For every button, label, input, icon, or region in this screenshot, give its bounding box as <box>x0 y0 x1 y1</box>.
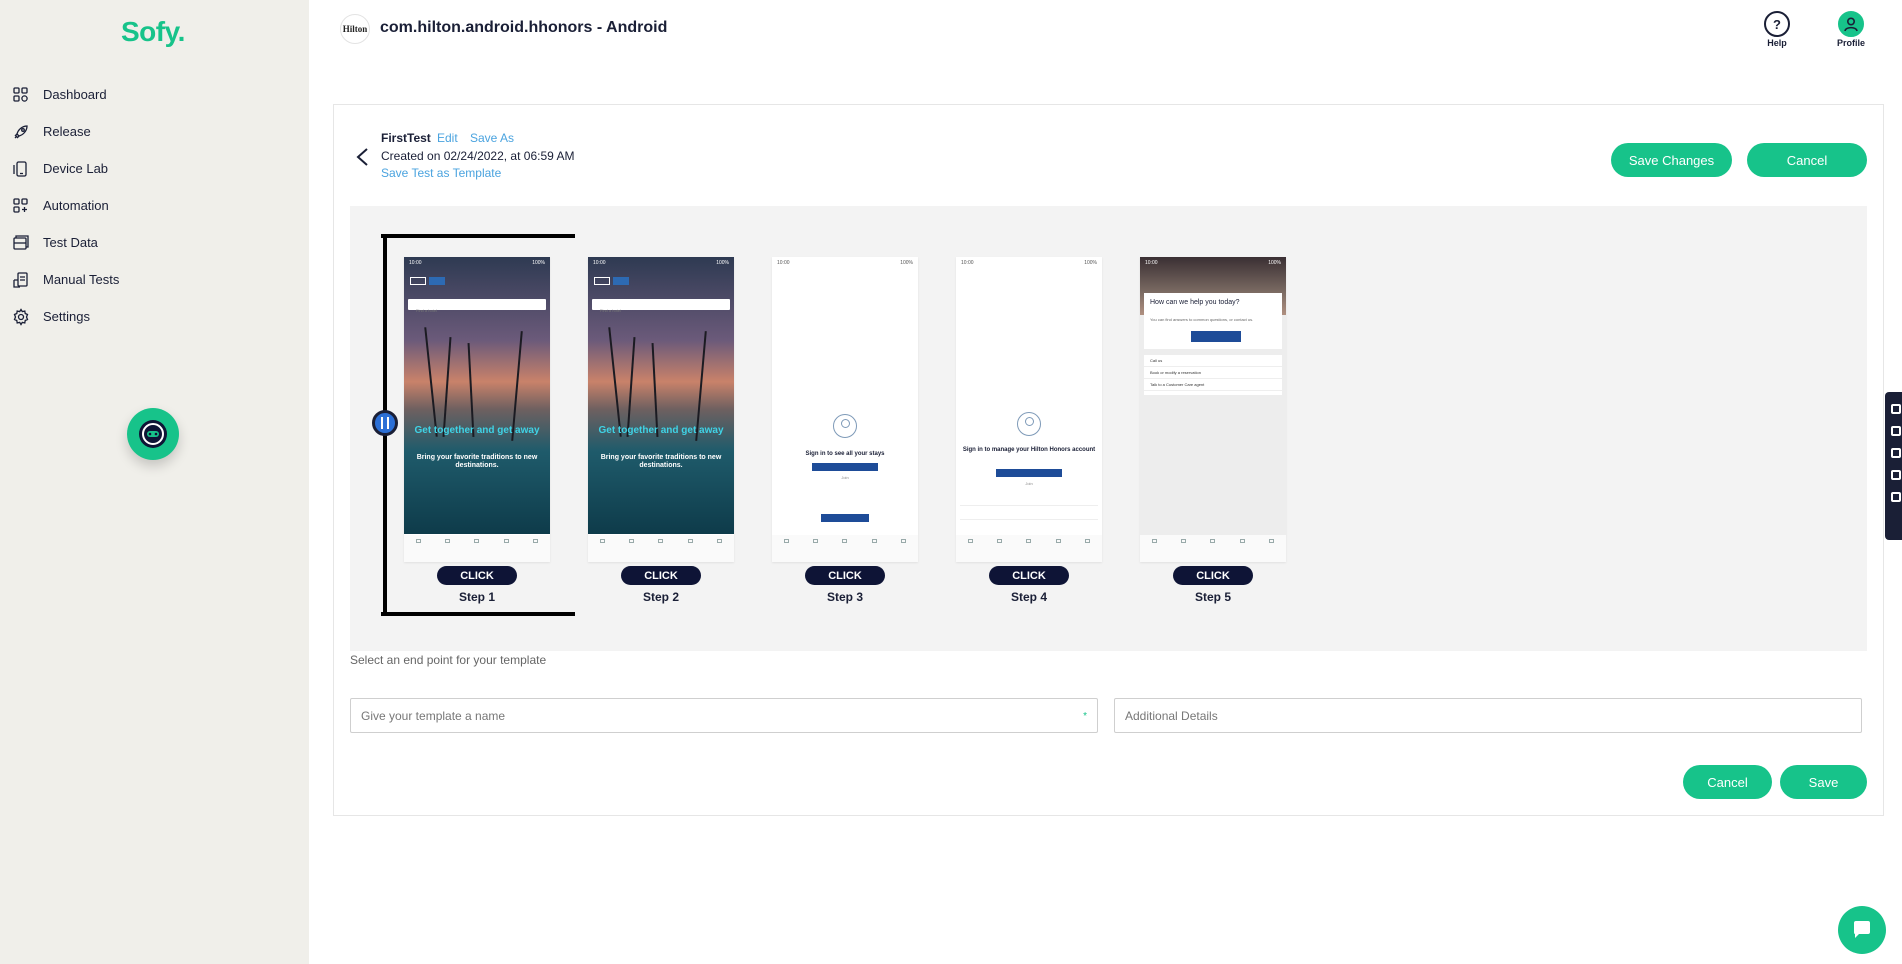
step-card[interactable]: 10:00 100% Sign in to see all your stays … <box>772 257 918 604</box>
step-label: Step 3 <box>826 590 863 604</box>
template-hint: Select an end point for your template <box>350 653 547 667</box>
database-icon <box>12 234 30 252</box>
automation-icon <box>12 197 30 215</box>
sidebar-item-label: Test Data <box>43 235 98 250</box>
phone-search-bar: Find a hotel <box>592 299 730 313</box>
sidebar-item-automation[interactable]: Automation <box>0 187 309 224</box>
step-action-badge: CLICK <box>437 566 517 585</box>
sidebar-item-device-lab[interactable]: Device Lab <box>0 150 309 187</box>
sidebar-item-test-data[interactable]: Test Data <box>0 224 309 261</box>
step-card[interactable]: 10:00 100% Find a hotel Get together and … <box>588 257 734 604</box>
bot-icon <box>139 420 167 448</box>
step-card[interactable]: 10:00 100% How can we help you today? You… <box>1140 257 1286 604</box>
sofy-logo[interactable]: Sofy. <box>121 16 185 48</box>
sidebar-item-label: Dashboard <box>43 87 107 102</box>
additional-details-field[interactable] <box>1114 698 1862 733</box>
step-action-badge: CLICK <box>989 566 1069 585</box>
step-screenshot: 10:00 100% Find a hotel Get together and … <box>588 257 734 562</box>
help-button[interactable]: ? Help <box>1755 11 1799 48</box>
help-icon: ? <box>1764 11 1790 37</box>
sidebar: Sofy. Dashboard Release Device Lab Autom… <box>0 0 309 964</box>
required-marker: * <box>1083 711 1087 722</box>
template-name-field[interactable]: * <box>350 698 1098 733</box>
template-save-button[interactable]: Save <box>1780 765 1867 799</box>
sidebar-nav: Dashboard Release Device Lab Automation … <box>0 76 309 335</box>
save-as-link[interactable]: Save As <box>470 131 514 145</box>
chat-button[interactable] <box>1838 906 1886 954</box>
step-label: Step 2 <box>642 590 679 604</box>
profile-button[interactable]: Profile <box>1829 11 1873 48</box>
step-card[interactable]: 10:00 100% Find a hotel Get together and … <box>404 257 550 604</box>
edit-link[interactable]: Edit <box>437 131 458 145</box>
phone-search-bar: Find a hotel <box>408 299 546 313</box>
step-action-badge: CLICK <box>621 566 701 585</box>
selection-drag-handle[interactable] <box>372 410 398 436</box>
dashboard-icon <box>12 86 30 104</box>
sidebar-item-release[interactable]: Release <box>0 113 309 150</box>
step-label: Step 1 <box>458 590 495 604</box>
rocket-icon <box>12 123 30 141</box>
step-screenshot: 10:00 100% Sign in to manage your Hilton … <box>956 257 1102 562</box>
step-screenshot: 10:00 100% Sign in to see all your stays … <box>772 257 918 562</box>
step-screenshot: 10:00 100% How can we help you today? You… <box>1140 257 1286 562</box>
gear-icon <box>12 307 30 326</box>
side-toolbar[interactable] <box>1885 392 1902 540</box>
save-changes-button[interactable]: Save Changes <box>1611 143 1732 177</box>
step-label: Step 5 <box>1194 590 1231 604</box>
template-cancel-button[interactable]: Cancel <box>1683 765 1772 799</box>
manual-test-icon <box>12 271 30 289</box>
back-arrow-icon[interactable] <box>352 146 374 168</box>
sidebar-item-label: Manual Tests <box>43 272 120 287</box>
additional-details-input[interactable] <box>1115 699 1861 732</box>
sidebar-item-manual-tests[interactable]: Manual Tests <box>0 261 309 298</box>
profile-label: Profile <box>1836 38 1865 48</box>
sidebar-item-label: Automation <box>43 198 109 213</box>
steps-canvas <box>350 206 1867 651</box>
sidebar-item-settings[interactable]: Settings <box>0 298 309 335</box>
created-date: Created on 02/24/2022, at 06:59 AM <box>381 149 575 163</box>
sidebar-item-label: Release <box>43 124 91 139</box>
test-name: FirstTest <box>381 131 431 145</box>
profile-icon <box>1838 11 1864 37</box>
step-screenshot: 10:00 100% Find a hotel Get together and … <box>404 257 550 562</box>
step-card[interactable]: 10:00 100% Sign in to manage your Hilton … <box>956 257 1102 604</box>
chat-icon <box>1854 921 1870 938</box>
step-label: Step 4 <box>1010 590 1047 604</box>
device-icon <box>12 160 30 178</box>
assistant-bot-button[interactable] <box>127 408 179 460</box>
sidebar-item-label: Settings <box>43 309 90 324</box>
app-logo: Hilton <box>340 14 370 44</box>
template-name-input[interactable] <box>351 699 1097 732</box>
save-test-as-template-link[interactable]: Save Test as Template <box>381 166 501 180</box>
sidebar-item-label: Device Lab <box>43 161 109 176</box>
app-title: com.hilton.android.hhonors - Android <box>380 19 668 36</box>
step-action-badge: CLICK <box>1173 566 1253 585</box>
help-label: Help <box>1767 38 1787 48</box>
cancel-button[interactable]: Cancel <box>1747 143 1867 177</box>
sidebar-item-dashboard[interactable]: Dashboard <box>0 76 309 113</box>
step-action-badge: CLICK <box>805 566 885 585</box>
